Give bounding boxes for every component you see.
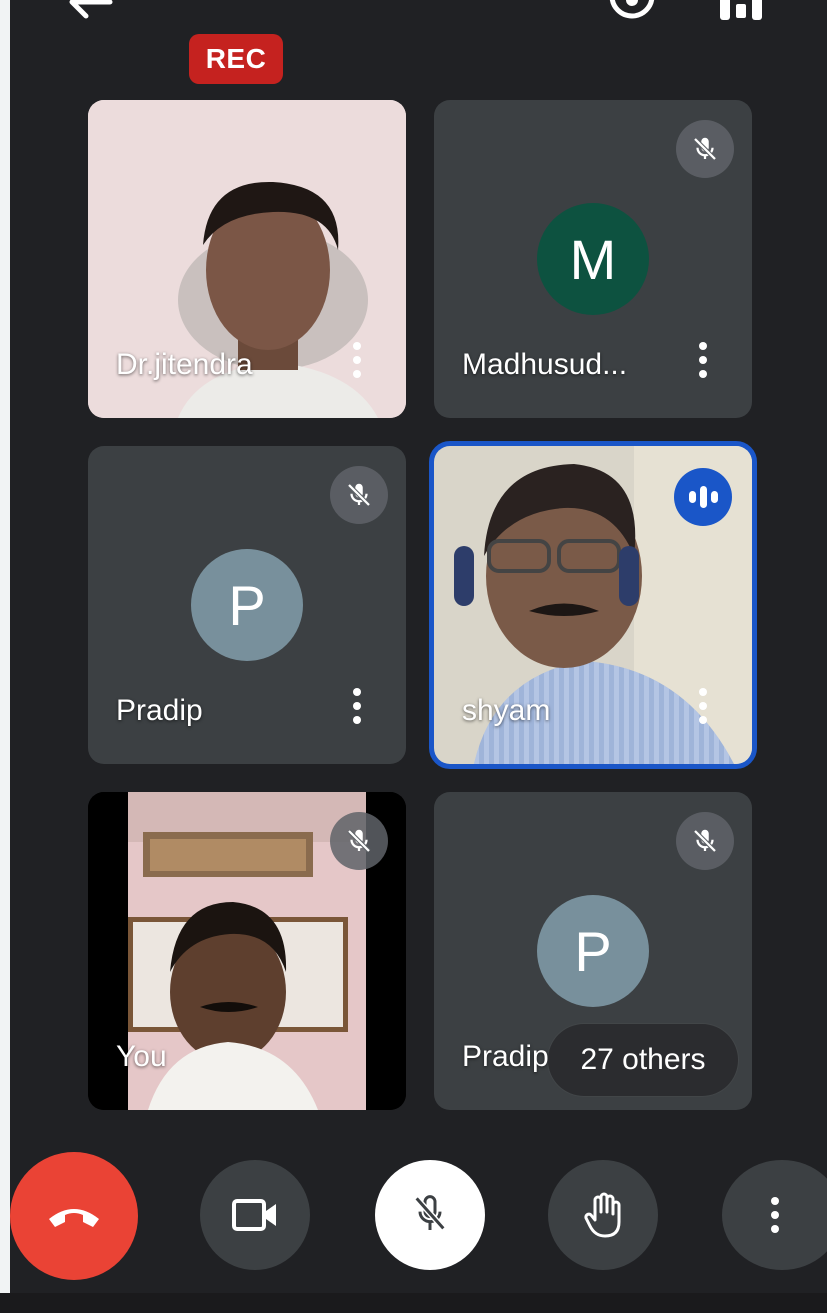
avatar: P [191, 549, 303, 661]
participant-name: Madhusud... [462, 348, 628, 381]
participant-name: Dr.jitendra [116, 348, 253, 381]
avatar: M [537, 203, 649, 315]
end-call-icon [49, 1209, 99, 1227]
mic-off-icon [330, 466, 388, 524]
audio-output-icon[interactable] [716, 0, 766, 31]
end-call-button[interactable] [10, 1152, 138, 1280]
participant-name: shyam [462, 694, 551, 727]
participant-tile-pradip[interactable]: P Pradip [88, 446, 406, 764]
raise-hand-icon [584, 1192, 621, 1238]
avatar: P [537, 895, 649, 1007]
microphone-button[interactable] [375, 1160, 485, 1270]
recording-badge: REC [189, 34, 283, 84]
camera-icon [232, 1199, 276, 1231]
more-options-icon[interactable] [698, 342, 708, 382]
participant-name: Pradip [462, 1040, 549, 1073]
more-options-button[interactable] [722, 1160, 827, 1270]
more-options-icon[interactable] [698, 688, 708, 728]
raise-hand-button[interactable] [548, 1160, 658, 1270]
switch-camera-icon[interactable] [606, 0, 658, 35]
speaking-indicator-icon [674, 468, 732, 526]
participant-name: Pradip [116, 694, 203, 727]
more-vert-icon [770, 1197, 780, 1233]
participant-tile-you[interactable]: You [88, 792, 406, 1110]
mic-off-icon [330, 812, 388, 870]
mic-off-icon [414, 1195, 446, 1231]
camera-button[interactable] [200, 1160, 310, 1270]
mic-off-icon [676, 120, 734, 178]
others-chip[interactable]: 27 others [548, 1024, 738, 1096]
participant-tile-jitendra[interactable]: Dr.jitendra [88, 100, 406, 418]
participant-tile-madhusud[interactable]: M Madhusud... [434, 100, 752, 418]
left-edge [0, 0, 10, 1313]
back-arrow-icon[interactable] [66, 0, 114, 27]
more-options-icon[interactable] [352, 688, 362, 728]
more-options-icon[interactable] [352, 342, 362, 382]
mic-off-icon [676, 812, 734, 870]
system-nav-area [0, 1293, 827, 1313]
participant-name: You [116, 1040, 167, 1073]
participant-tile-shyam[interactable]: shyam [429, 441, 757, 769]
